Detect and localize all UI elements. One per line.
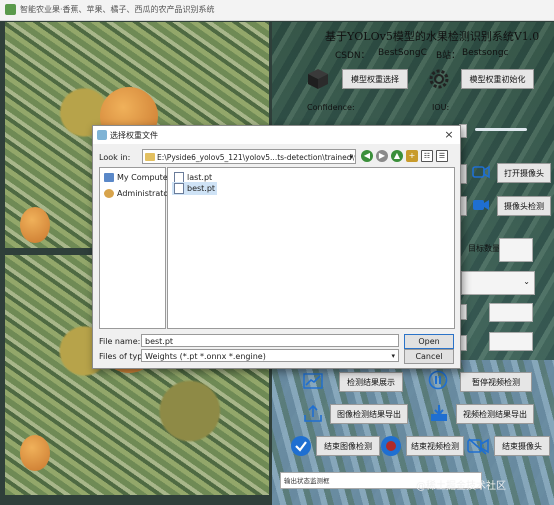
folder-icon — [145, 153, 155, 161]
sidebar-item-administrator[interactable]: Administrator — [104, 189, 172, 198]
app-icon — [5, 4, 16, 15]
file-icon — [174, 183, 184, 194]
sidebar-item-label: My Computer — [117, 173, 171, 182]
open-button[interactable]: Open — [404, 334, 454, 349]
detail-view-icon[interactable]: ☰ — [436, 150, 448, 162]
dialog-title: 选择权重文件 — [110, 131, 158, 140]
places-sidebar: My Computer Administrator — [99, 167, 172, 329]
fruit-image — [20, 207, 50, 243]
pause-icon — [428, 370, 448, 390]
camera-icon — [472, 164, 490, 180]
chevron-down-icon: ⌄ — [523, 277, 530, 286]
show-results-button[interactable]: 检测结果展示 — [339, 372, 403, 392]
bilibili-name: Bestsongc — [462, 48, 509, 58]
close-icon[interactable]: × — [442, 128, 456, 142]
forward-icon[interactable]: ▶ — [376, 150, 388, 162]
info-field — [489, 303, 533, 322]
file-name-input[interactable]: best.pt — [141, 334, 399, 347]
csdn-name: BestSongC — [378, 48, 427, 58]
export-video-button[interactable]: 视频检测结果导出 — [456, 404, 534, 424]
back-icon[interactable]: ◀ — [361, 150, 373, 162]
file-item-best-pt[interactable]: best.pt — [172, 182, 218, 195]
window-title-bar: 智能农业果·香蕉、苹果、橘子、西瓜的农产品识别系统 — [0, 0, 554, 21]
export-image-button[interactable]: 图像检测结果导出 — [330, 404, 408, 424]
list-view-icon[interactable]: ☷ — [421, 150, 433, 162]
csdn-label: CSDN： — [335, 51, 370, 61]
bilibili-label: B站： — [436, 51, 461, 61]
up-folder-icon[interactable]: ▲ — [391, 150, 403, 162]
app-heading: 基于YOLOv5模型的水果检测识别系统V1.0 — [325, 30, 540, 43]
model-init-button[interactable]: 模型权重初始化 — [461, 69, 534, 89]
files-of-type-select[interactable]: Weights (*.pt *.onnx *.engine) ▾ — [141, 349, 399, 362]
dialog-app-icon — [97, 130, 107, 140]
iou-slider[interactable] — [475, 128, 527, 131]
look-in-combo[interactable]: E:\Pyside6_yolov5_121\yolov5...ts-detect… — [142, 149, 356, 164]
file-item-label: best.pt — [187, 184, 216, 193]
file-name-label: File name: — [99, 337, 141, 346]
info-field — [489, 332, 533, 351]
camera-detect-icon — [472, 197, 490, 213]
end-video-button[interactable]: 结束视频检测 — [406, 436, 464, 456]
open-camera-button[interactable]: 打开摄像头 — [497, 163, 551, 183]
user-icon — [104, 189, 114, 198]
file-list: last.pt best.pt — [167, 167, 455, 329]
cancel-button[interactable]: Cancel — [404, 349, 454, 364]
confidence-label: Confidence: — [307, 103, 355, 112]
window-title: 智能农业果·香蕉、苹果、橘子、西瓜的农产品识别系统 — [20, 5, 215, 14]
model-select-button[interactable]: 模型权重选择 — [342, 69, 408, 89]
chevron-down-icon: ▾ — [349, 153, 353, 161]
upload-icon — [303, 403, 323, 423]
new-folder-icon[interactable]: + — [406, 150, 418, 162]
target-count-field — [499, 238, 533, 262]
look-in-label: Look in: — [99, 153, 131, 162]
files-of-type-value: Weights (*.pt *.onnx *.engine) — [145, 352, 266, 361]
watermark-text: @稀土掘金技术社区 — [416, 481, 506, 492]
sidebar-item-my-computer[interactable]: My Computer — [104, 173, 171, 182]
end-image-button[interactable]: 结束图像检测 — [316, 436, 380, 456]
pause-video-button[interactable]: 暂停视频检测 — [460, 372, 532, 392]
chart-icon — [303, 372, 323, 390]
dialog-title-bar: 选择权重文件 × — [93, 126, 460, 144]
computer-icon — [104, 173, 114, 182]
look-in-path: E:\Pyside6_yolov5_121\yolov5...ts-detect… — [157, 153, 355, 162]
camera-off-icon — [467, 436, 489, 456]
target-select-combo[interactable]: ⌄ — [461, 271, 535, 295]
fruit-image — [20, 435, 50, 471]
check-icon — [290, 435, 312, 457]
file-item-label: last.pt — [187, 173, 213, 182]
cube-icon — [305, 66, 331, 92]
camera-detect-button[interactable]: 摄像头检测 — [497, 196, 551, 216]
sidebar-item-label: Administrator — [117, 189, 172, 198]
stop-icon — [380, 435, 402, 457]
chevron-down-icon: ▾ — [391, 352, 395, 360]
iou-label: IOU: — [432, 103, 450, 112]
gear-icon — [427, 67, 451, 91]
end-camera-button[interactable]: 结束摄像头 — [494, 436, 550, 456]
download-icon — [429, 403, 449, 423]
file-dialog: 选择权重文件 × Look in: E:\Pyside6_yolov5_121\… — [92, 125, 461, 369]
